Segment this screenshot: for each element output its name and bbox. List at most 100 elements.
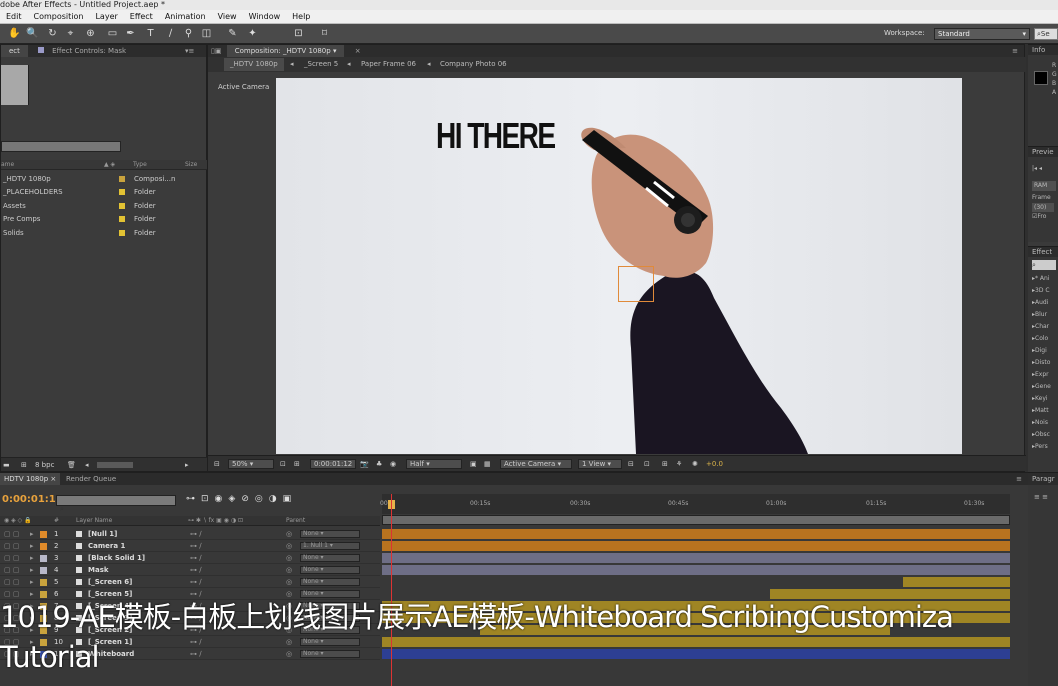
effect-category[interactable]: ▸Audi (1028, 297, 1058, 309)
brush-tool-icon[interactable]: ∕ (164, 27, 177, 40)
work-area-bar[interactable] (382, 515, 1010, 525)
fast-preview-icon[interactable]: ⊡ (644, 456, 650, 472)
always-preview-icon[interactable]: ⊟ (214, 456, 220, 472)
breadcrumb-item[interactable]: _HDTV 1080p (224, 58, 284, 71)
snapping-icon[interactable]: ⊡ (292, 27, 305, 40)
breadcrumb-item[interactable]: Paper Frame 06 (361, 57, 416, 72)
project-item-label-color[interactable] (119, 227, 125, 239)
column-parent[interactable]: Parent (286, 516, 305, 526)
snapshot-icon[interactable]: 📷 (360, 456, 369, 472)
lock-icon[interactable]: ▯▣ (208, 45, 224, 57)
column-type[interactable]: Type (133, 160, 147, 170)
menu-window[interactable]: Window (243, 12, 287, 21)
frame-rate-field[interactable]: (30) (1032, 203, 1054, 212)
type-tool-icon[interactable]: T (144, 27, 157, 40)
first-frame-icon[interactable]: |◂ ◂ (1028, 163, 1058, 175)
timecode-field[interactable]: 0:00:01:12 (310, 459, 356, 469)
exposure-value[interactable]: +0.0 (706, 456, 723, 472)
layer-name[interactable]: [Black Solid 1] (88, 552, 145, 564)
parent-select[interactable]: 1. Null 1 ▾ (300, 542, 360, 550)
expand-layer-icon[interactable]: ▸ (30, 552, 34, 564)
project-item-label-color[interactable] (119, 173, 125, 185)
time-ruler[interactable]: 00s 00:15s 00:30s 00:45s 01:00s 01:15s 0… (380, 494, 1010, 514)
pick-whip-icon[interactable]: ◎ (286, 540, 292, 552)
resolution-select[interactable]: Half ▾ (406, 459, 462, 469)
effect-category[interactable]: ▸Disto (1028, 357, 1058, 369)
workspace-select[interactable]: Standard ▾ (934, 28, 1030, 40)
axis-mode-icon[interactable]: ⌑ (318, 27, 331, 40)
safe-margins-icon[interactable]: ⊡ (280, 456, 286, 472)
expand-layer-icon[interactable]: ▸ (30, 576, 34, 588)
effects-search-input[interactable]: ⌕ (1032, 260, 1056, 270)
zoom-select[interactable]: 50% ▾ (228, 459, 274, 469)
view-layout-select[interactable]: 1 View ▾ (578, 459, 622, 469)
help-search-input[interactable]: ⌕Se (1034, 28, 1058, 40)
tab-render-queue[interactable]: Render Queue (66, 473, 116, 485)
layer-name[interactable]: [Null 1] (88, 528, 117, 540)
layer-row[interactable]: ▢ ▢ ▸ 5 [_Screen 6] ⊶ ∕ ◎ None ▾ (0, 576, 380, 588)
effect-category[interactable]: ▸Nois (1028, 417, 1058, 429)
breadcrumb-item[interactable]: Company Photo 06 (440, 57, 507, 72)
roi-icon[interactable]: ▣ (470, 456, 477, 472)
expand-layer-icon[interactable]: ▸ (30, 528, 34, 540)
project-item[interactable]: Pre Comps Folder (1, 213, 196, 225)
layer-label-color[interactable] (40, 543, 47, 550)
layer-duration-bar[interactable] (382, 565, 1010, 575)
new-folder-icon[interactable]: ▬ (3, 458, 10, 472)
layer-switch-icons[interactable]: ⊶ ∕ (190, 540, 202, 552)
menu-view[interactable]: View (212, 12, 243, 21)
effect-category[interactable]: ▸Blur (1028, 309, 1058, 321)
eraser-tool-icon[interactable]: ◫ (200, 27, 213, 40)
visibility-toggle-icon[interactable]: ▢ ▢ (4, 528, 19, 540)
tab-project[interactable]: ect (1, 45, 28, 57)
rotate-tool-icon[interactable]: ↻ (46, 27, 59, 40)
project-item[interactable]: Assets Folder (1, 200, 196, 212)
project-item[interactable]: Solids Folder (1, 227, 196, 239)
new-comp-icon[interactable]: ⊞ (21, 458, 27, 472)
pick-whip-icon[interactable]: ◎ (286, 528, 292, 540)
timeline-switches[interactable]: ⊶⊡◉◈⊘◎◑▣ (186, 494, 297, 504)
layer-row[interactable]: ▢ ▢ ▸ 2 Camera 1 ⊶ ∕ ◎ 1. Null 1 ▾ (0, 540, 380, 552)
project-item-label-color[interactable] (119, 200, 125, 212)
current-time-display[interactable]: 0:00:01:12 (2, 494, 63, 505)
sort-icon[interactable]: ▲ ◈ (104, 160, 115, 170)
effect-category[interactable]: ▸Obsc (1028, 429, 1058, 441)
visibility-toggle-icon[interactable]: ▢ ▢ (4, 576, 19, 588)
layer-row[interactable]: ▢ ▢ ▸ 1 [Null 1] ⊶ ∕ ◎ None ▾ (0, 528, 380, 540)
zoom-tool-icon[interactable]: 🔍 (26, 27, 39, 40)
column-size[interactable]: Size (185, 160, 197, 170)
transparency-grid-icon[interactable]: ▦ (484, 456, 491, 472)
visibility-toggle-icon[interactable]: ▢ ▢ (4, 540, 19, 552)
tab-effect-controls[interactable]: Effect Controls: Mask (30, 45, 134, 57)
layer-row[interactable]: ▢ ▢ ▸ 4 Mask ⊶ ∕ ◎ None ▾ (0, 564, 380, 576)
bpc-label[interactable]: 8 bpc (35, 458, 54, 472)
effect-category[interactable]: ▸Gene (1028, 381, 1058, 393)
parent-select[interactable]: None ▾ (300, 530, 360, 538)
menu-layer[interactable]: Layer (89, 12, 123, 21)
effect-category[interactable]: ▸* Ani (1028, 273, 1058, 285)
pick-whip-icon[interactable]: ◎ (286, 564, 292, 576)
tab-composition[interactable]: Composition: _HDTV 1080p ▾ (226, 45, 345, 57)
project-item-label-color[interactable] (119, 213, 125, 225)
ram-preview-button[interactable]: RAM (1032, 181, 1056, 191)
clone-stamp-tool-icon[interactable]: ⚲ (182, 27, 195, 40)
project-item[interactable]: _PLACEHOLDERS Folder (1, 186, 196, 198)
layer-name[interactable]: [_Screen 6] (88, 576, 132, 588)
color-channels-icon[interactable]: ◉ (390, 456, 396, 472)
show-snapshot-icon[interactable]: ♣ (376, 456, 382, 472)
pan-behind-tool-icon[interactable]: ⊕ (84, 27, 97, 40)
timeline-icon[interactable]: ⊞ (662, 456, 668, 472)
project-search-input[interactable] (1, 141, 121, 152)
layer-name[interactable]: Mask (88, 564, 109, 576)
layer-search-input[interactable]: ⌕ (56, 495, 176, 513)
menu-animation[interactable]: Animation (159, 12, 212, 21)
comp-viewer[interactable]: HI THERE (276, 78, 962, 454)
roto-brush-tool-icon[interactable]: ✎ (226, 27, 239, 40)
effect-category[interactable]: ▸3D C (1028, 285, 1058, 297)
parent-select[interactable]: None ▾ (300, 554, 360, 562)
layer-label-color[interactable] (40, 579, 47, 586)
visibility-toggle-icon[interactable]: ▢ ▢ (4, 564, 19, 576)
layer-switch-icons[interactable]: ⊶ ∕ (190, 564, 202, 576)
menu-composition[interactable]: Composition (28, 12, 90, 21)
pick-whip-icon[interactable]: ◎ (286, 576, 292, 588)
